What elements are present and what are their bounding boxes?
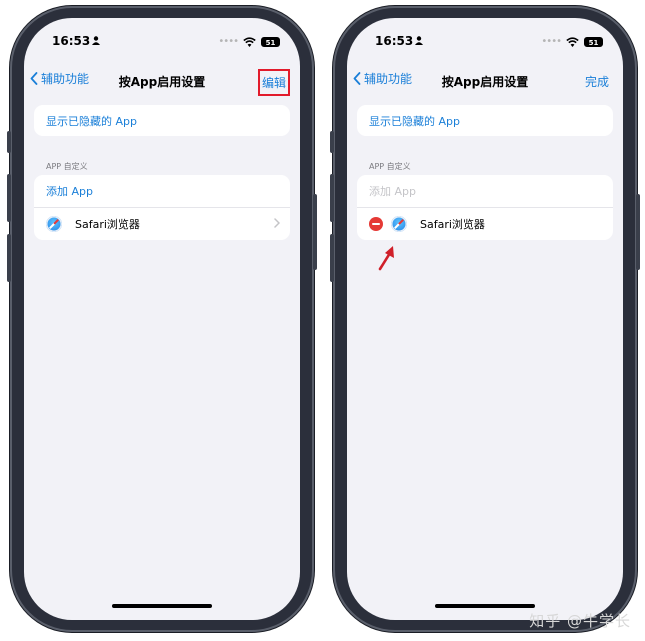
volume-up-button	[7, 174, 11, 222]
safari-icon	[391, 216, 407, 232]
arrow-icon	[378, 246, 394, 271]
chevron-left-icon	[353, 72, 361, 85]
status-right: •••• 51	[218, 36, 280, 47]
app-row-safari[interactable]: Safari浏览器	[34, 207, 290, 240]
wifi-icon	[243, 36, 256, 47]
person-icon	[92, 36, 100, 45]
status-bar: 16:53 •••• 51	[347, 32, 623, 54]
signal-dots-icon: ••••	[541, 36, 562, 47]
volume-down-button	[330, 234, 334, 282]
action-button	[7, 131, 11, 153]
status-bar: 16:53 •••• 51	[24, 32, 300, 54]
section-header: APP 自定义	[369, 162, 411, 171]
status-time: 16:53	[375, 34, 414, 48]
status-right: •••• 51	[541, 36, 603, 47]
back-label: 辅助功能	[41, 72, 90, 86]
battery-icon: 51	[584, 36, 603, 47]
done-button[interactable]: 完成	[585, 73, 609, 90]
show-hidden-apps-link[interactable]: 显示已隐藏的 App	[357, 105, 613, 136]
show-hidden-card: 显示已隐藏的 App	[357, 105, 613, 136]
battery-icon: 51	[261, 36, 280, 47]
watermark: 知乎 @牛学长	[529, 612, 631, 630]
nav-bar: 辅助功能 按App启用设置 完成	[347, 70, 623, 94]
screen-left: 16:53 •••• 51 辅助功能 按App启用设置 编辑 显示已隐藏的 Ap…	[24, 18, 300, 620]
add-app-link: 添加 App	[369, 185, 416, 198]
chevron-left-icon	[30, 72, 38, 85]
back-button[interactable]: 辅助功能	[30, 70, 89, 87]
minus-circle-icon[interactable]	[369, 217, 383, 231]
action-button	[330, 131, 334, 153]
show-hidden-card: 显示已隐藏的 App	[34, 105, 290, 136]
signal-dots-icon: ••••	[218, 36, 239, 47]
edit-button[interactable]: 编辑	[257, 69, 290, 96]
status-time: 16:53	[52, 34, 91, 48]
add-app-link[interactable]: 添加 App	[34, 175, 290, 207]
phone-left: 16:53 •••• 51 辅助功能 按App启用设置 编辑 显示已隐藏的 Ap…	[7, 6, 317, 632]
app-row-safari: Safari浏览器	[357, 207, 613, 240]
app-name: Safari浏览器	[420, 218, 485, 231]
app-list-card: 添加 App Safari浏览器	[34, 175, 290, 240]
app-name: Safari浏览器	[75, 218, 140, 231]
volume-up-button	[330, 174, 334, 222]
wifi-icon	[566, 36, 579, 47]
person-icon	[415, 36, 423, 45]
home-indicator	[435, 604, 535, 608]
app-list-card: 添加 App Safari浏览器	[357, 175, 613, 240]
screen-right: 16:53 •••• 51 辅助功能 按App启用设置 完成 显示已隐藏的 Ap…	[347, 18, 623, 620]
volume-down-button	[7, 234, 11, 282]
safari-icon	[46, 216, 62, 232]
power-button	[313, 194, 317, 270]
chevron-right-icon	[274, 218, 280, 228]
power-button	[636, 194, 640, 270]
back-label: 辅助功能	[364, 72, 413, 86]
home-indicator	[112, 604, 212, 608]
section-header: APP 自定义	[46, 162, 88, 171]
back-button[interactable]: 辅助功能	[353, 70, 412, 87]
show-hidden-apps-link[interactable]: 显示已隐藏的 App	[34, 105, 290, 136]
phone-right: 16:53 •••• 51 辅助功能 按App启用设置 完成 显示已隐藏的 Ap…	[330, 6, 640, 632]
nav-bar: 辅助功能 按App启用设置 编辑	[24, 69, 300, 96]
